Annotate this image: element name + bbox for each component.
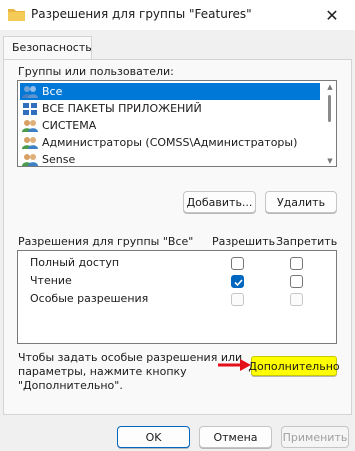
- app-packages-icon: [23, 102, 37, 115]
- red-arrow-icon: [218, 359, 251, 371]
- folder-icon: [8, 9, 25, 21]
- advanced-hint: Чтобы задать особые разрешения или парам…: [18, 351, 242, 393]
- scroll-up-icon[interactable]: ▲: [326, 83, 334, 91]
- list-item-label: ВСЕ ПАКЕТЫ ПРИЛОЖЕНИЙ: [42, 102, 202, 115]
- users-icon: [22, 119, 38, 132]
- advanced-hint-line: параметры, нажмите кнопку: [18, 365, 187, 378]
- remove-button[interactable]: Удалить: [265, 191, 337, 213]
- checkmark-icon: [234, 279, 243, 287]
- list-item-sense[interactable]: Sense: [20, 151, 320, 166]
- window-title: Разрешения для группы "Features": [31, 7, 252, 21]
- permissions-header: Разрешения для группы "Все": [18, 235, 194, 248]
- deny-read-checkbox[interactable]: [290, 275, 303, 288]
- permission-name: Полный доступ: [30, 256, 120, 269]
- permission-name: Особые разрешения: [30, 292, 149, 305]
- list-item-everyone[interactable]: Все: [20, 83, 320, 100]
- list-item-all-app-packages[interactable]: ВСЕ ПАКЕТЫ ПРИЛОЖЕНИЙ: [20, 100, 320, 117]
- scroll-thumb[interactable]: [328, 95, 331, 122]
- ok-button-label: OK: [145, 430, 162, 444]
- list-item-label: Все: [42, 85, 63, 98]
- advanced-button[interactable]: Дополнительно: [248, 356, 340, 376]
- add-button-label: Добавить...: [186, 195, 253, 209]
- permission-name: Чтение: [30, 274, 72, 287]
- apply-button-label: Применить: [282, 430, 348, 444]
- deny-full-access-checkbox[interactable]: [290, 257, 303, 270]
- permissions-list: Полный доступ Чтение Особые разрешения: [17, 250, 337, 344]
- users-icon: [22, 153, 38, 166]
- allow-read-checkbox[interactable]: [231, 275, 244, 288]
- allow-special-checkbox: [231, 293, 244, 306]
- title-bar: Разрешения для группы "Features" ✕: [0, 0, 355, 30]
- deny-column-header: Запретить: [276, 235, 338, 248]
- advanced-hint-line: "Дополнительно".: [18, 379, 123, 392]
- scroll-down-icon[interactable]: ▼: [326, 157, 334, 165]
- advanced-hint-line: Чтобы задать особые разрешения или: [18, 351, 243, 364]
- list-item-label: Sense: [42, 153, 76, 166]
- close-button[interactable]: ✕: [309, 0, 355, 30]
- ok-button[interactable]: OK: [117, 426, 190, 448]
- remove-button-label: Удалить: [276, 195, 326, 209]
- list-item-label: СИСТЕМА: [42, 119, 97, 132]
- users-icon: [22, 136, 38, 149]
- advanced-button-label: Дополнительно: [248, 359, 340, 373]
- apply-button: Применить: [281, 426, 349, 448]
- groups-scrollbar[interactable]: ▲ ▼: [325, 82, 335, 166]
- tab-security-label: Безопасность: [12, 41, 92, 54]
- add-button[interactable]: Добавить...: [183, 191, 256, 213]
- list-item-administrators[interactable]: Администраторы (COMSS\Администраторы): [20, 134, 320, 151]
- allow-full-access-checkbox[interactable]: [231, 257, 244, 270]
- cancel-button-label: Отмена: [213, 430, 258, 444]
- groups-listbox[interactable]: Все ВСЕ ПАКЕТЫ ПРИЛОЖЕНИЙ СИСТЕМА Админи…: [17, 80, 337, 167]
- list-item-label: Администраторы (COMSS\Администраторы): [42, 136, 298, 149]
- tab-security[interactable]: Безопасность: [3, 36, 92, 60]
- users-icon: [22, 85, 38, 98]
- deny-special-checkbox: [290, 293, 303, 306]
- groups-label: Группы или пользователи:: [18, 65, 174, 78]
- allow-column-header: Разрешить: [212, 235, 276, 248]
- list-item-system[interactable]: СИСТЕМА: [20, 117, 320, 134]
- cancel-button[interactable]: Отмена: [199, 426, 272, 448]
- close-icon: ✕: [325, 5, 339, 25]
